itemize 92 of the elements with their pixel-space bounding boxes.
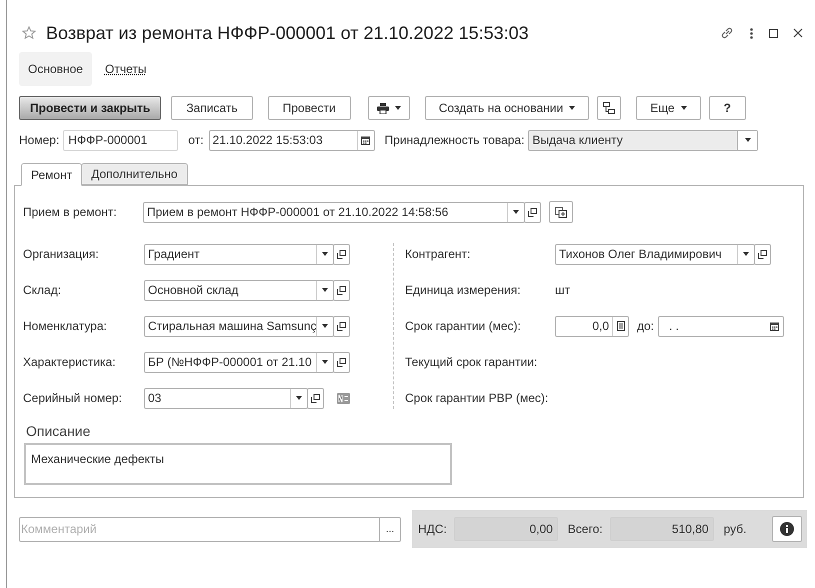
menu-button[interactable]: Еще <box>636 96 701 120</box>
open-icon <box>311 394 320 402</box>
open-button[interactable] <box>754 244 771 264</box>
field-label: Прием в ремонт: <box>23 204 118 221</box>
more-icon[interactable] <box>750 28 753 38</box>
caret-icon <box>680 106 687 110</box>
caret-icon <box>394 106 401 110</box>
open-button[interactable] <box>307 388 324 408</box>
tab[interactable]: Ремонт <box>21 163 82 186</box>
currency-text: руб. <box>724 521 746 538</box>
select-field[interactable]: БР (№НФФР-000001 от 21.10 <box>144 352 334 372</box>
menu-button[interactable]: Создать на основании <box>424 96 590 120</box>
field-label: Контрагент: <box>405 246 472 263</box>
caret-icon <box>322 252 328 256</box>
open-icon <box>337 358 346 366</box>
unit-text: шт <box>555 282 570 299</box>
open-icon <box>758 250 767 258</box>
dropdown-button[interactable] <box>737 130 758 150</box>
number-field[interactable]: 0,0 <box>555 316 629 336</box>
toolbar-button[interactable]: Провести <box>268 96 351 120</box>
info-icon <box>780 522 794 536</box>
info-button[interactable] <box>772 516 802 542</box>
field-label: Склад: <box>23 282 62 299</box>
field-label: Принадлежность товара: <box>384 132 524 149</box>
field-label: Текущий срок гарантии: <box>405 354 538 371</box>
structure-button[interactable] <box>597 96 622 120</box>
caret-icon <box>744 138 751 142</box>
field-label: Срок гарантии РВР (мес): <box>405 390 550 407</box>
caret-icon <box>513 210 519 214</box>
date-field[interactable]: . . <box>658 316 784 336</box>
calendar-icon <box>770 322 780 330</box>
field-label: Номер: <box>19 132 60 149</box>
open-button[interactable] <box>333 352 350 372</box>
nav-tab[interactable]: Отчеты <box>96 52 156 86</box>
toolbar-button[interactable]: ? <box>708 96 746 120</box>
nav-tab[interactable]: Основное <box>19 52 92 86</box>
printer-icon <box>376 102 389 114</box>
select-field[interactable]: Тихонов Олег Владимирович <box>555 244 755 264</box>
open-button[interactable] <box>333 316 350 336</box>
comment-field[interactable]: Комментарий ... <box>19 516 401 542</box>
number-sign-icon[interactable] <box>337 392 350 404</box>
select-field[interactable]: Стиральная машина Samsunç <box>144 316 334 336</box>
field-label: Единица измерения: <box>405 282 522 299</box>
select-field[interactable]: Выдача клиенту <box>528 130 758 150</box>
field-label: НДС: <box>418 521 447 538</box>
select-field[interactable]: 03 <box>144 388 308 408</box>
open-icon <box>337 322 346 330</box>
caret-icon <box>322 324 328 328</box>
description-field[interactable]: Механические дефекты <box>24 443 452 485</box>
open-button[interactable] <box>524 202 541 222</box>
caret-icon <box>322 288 328 292</box>
open-button[interactable] <box>333 280 350 300</box>
field-label: Организация: <box>23 246 100 263</box>
close-icon[interactable] <box>793 28 803 38</box>
fill-button[interactable] <box>549 201 573 223</box>
copy-icon <box>555 206 567 218</box>
select-field[interactable]: Прием в ремонт НФФР-000001 от 21.10.2022 14:58:56 <box>143 202 525 222</box>
select-field[interactable]: Градиент <box>144 244 334 264</box>
caret-icon <box>322 360 328 364</box>
caret-icon <box>743 252 749 256</box>
date-field[interactable]: 21.10.2022 15:53:03 <box>208 130 375 150</box>
field-label: Серийный номер: <box>23 390 123 407</box>
open-button[interactable] <box>333 244 350 264</box>
maximize-icon[interactable] <box>769 28 778 38</box>
number-field[interactable]: НФФР-000001 <box>63 130 178 150</box>
total-field: 510,80 <box>610 517 714 541</box>
window-title: Возврат из ремонта НФФР-000001 от 21.10.2022 15:53:03 <box>46 22 529 45</box>
caret-icon <box>569 106 576 110</box>
open-icon <box>528 208 537 216</box>
more-button[interactable]: ... <box>379 518 400 540</box>
open-icon <box>337 286 346 294</box>
calculator-icon <box>616 321 624 331</box>
field-label: Характеристика: <box>23 354 117 371</box>
toolbar-button[interactable]: Записать <box>171 96 253 120</box>
field-label: Срок гарантии (мес): <box>405 318 522 335</box>
tab[interactable]: Дополнительно <box>81 163 188 185</box>
field-label: до: <box>637 318 654 335</box>
link-icon[interactable] <box>720 26 734 40</box>
field-label: Всего: <box>568 521 603 538</box>
vat-field: 0,00 <box>454 517 558 541</box>
hierarchy-icon <box>603 102 616 114</box>
print-button[interactable] <box>368 96 410 120</box>
open-icon <box>337 250 346 258</box>
caret-icon <box>296 396 302 400</box>
post-close-button[interactable]: Провести и закрыть <box>19 96 162 120</box>
calculator-button[interactable] <box>612 316 628 336</box>
section-label: Описание <box>25 422 92 441</box>
field-label: Номенклатура: <box>23 318 108 335</box>
star-icon[interactable] <box>22 26 36 40</box>
select-field[interactable]: Основной склад <box>144 280 334 300</box>
calendar-icon <box>361 136 370 144</box>
field-label: от: <box>188 132 204 149</box>
